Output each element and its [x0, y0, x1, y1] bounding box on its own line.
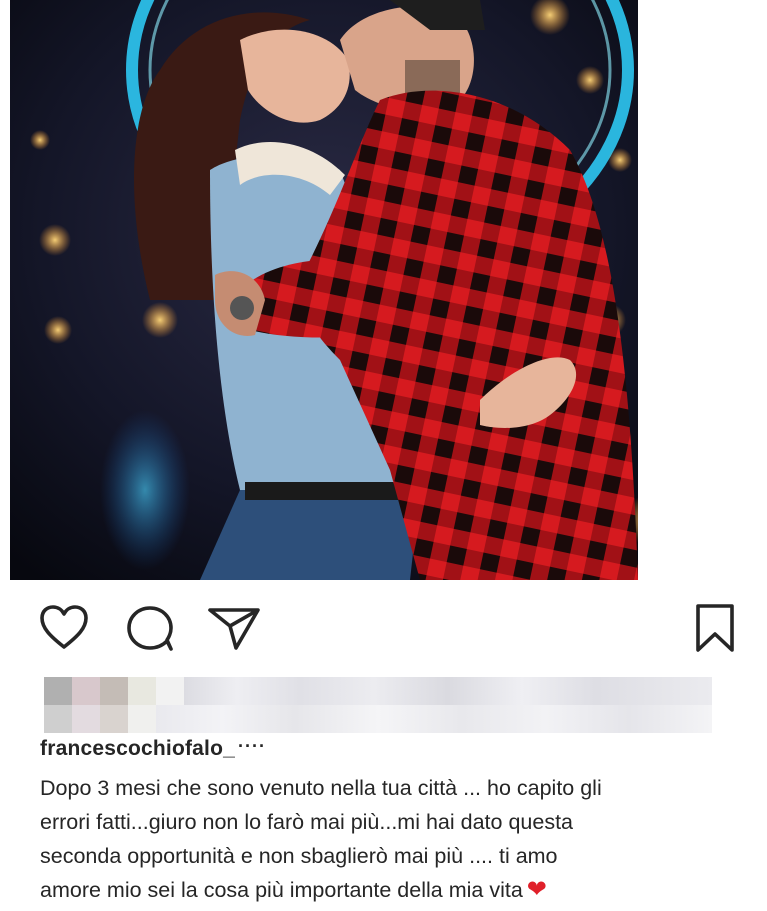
caption-line-2: errori fatti...giuro non lo farò mai più… — [40, 810, 573, 834]
username-text[interactable]: francescochiofalo_ — [40, 737, 235, 760]
caption-line-3: seconda opportunità e non sbaglierò mai … — [40, 844, 558, 868]
bookmark-icon[interactable] — [693, 602, 737, 654]
liked-by-pixelated-row — [44, 677, 712, 733]
post-image[interactable] — [10, 0, 638, 580]
red-heart-emoji: ❤ — [526, 876, 547, 903]
post-photo-illustration — [10, 0, 638, 580]
post-actions-bar — [0, 580, 767, 670]
caption-line-4: amore mio sei la cosa più importante del… — [40, 873, 740, 907]
send-icon[interactable] — [206, 604, 262, 652]
comment-icon[interactable] — [125, 603, 177, 653]
post-username[interactable]: francescochiofalo_ ···· — [40, 736, 266, 761]
post-caption: Dopo 3 mesi che sono venuto nella tua ci… — [40, 771, 740, 907]
caption-line-1: Dopo 3 mesi che sono venuto nella tua ci… — [40, 776, 602, 800]
heart-icon[interactable] — [38, 603, 90, 651]
username-suffix: ···· — [238, 736, 266, 756]
caption-line-4-text: amore mio sei la cosa più importante del… — [40, 878, 523, 902]
